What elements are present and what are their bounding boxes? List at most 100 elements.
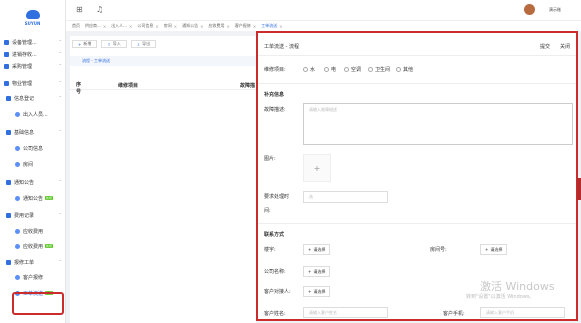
- import-button[interactable]: ⇪ 导入: [101, 40, 127, 48]
- tab-label: 供应商...: [85, 23, 101, 28]
- tab[interactable]: 客户报修 ×: [235, 23, 256, 29]
- close-icon[interactable]: ×: [253, 24, 256, 29]
- tab-label: 应收费用: [208, 23, 225, 28]
- sidebar-item[interactable]: 出入人员...: [15, 108, 65, 120]
- grid-icon[interactable]: ⊞: [76, 5, 83, 14]
- menu-item-icon: [6, 259, 11, 265]
- tab-label: 客户报修: [234, 23, 251, 28]
- menu-item-icon: [15, 195, 20, 201]
- tab-label: 房间: [163, 23, 172, 28]
- fault-desc-textarea[interactable]: 请输入故障描述: [303, 103, 573, 145]
- sidebar-item-label: 客户报修: [23, 274, 44, 281]
- main-list-area: + 新增 ⇪ 导入 ⇩ 导出 流程 - 工单流送 序号 维修项目 故障描: [70, 36, 256, 323]
- plus-icon: +: [308, 289, 312, 294]
- table-header: 序号 维修项目 故障描: [70, 76, 256, 95]
- breadcrumb[interactable]: 流程 - 工单流送: [70, 56, 256, 66]
- tab-bar: 首页 供应商... × 出入人... × 公司信息 × 房间 × 通知公告 × 应收费用 × 客户报修 × 工…: [66, 20, 581, 31]
- chevron-icon: ⌃: [58, 39, 62, 44]
- app-window: SUYUN 设备管理... ⌃ 进销存收... ⌃ 采购管理 ⌃ 物业管理 ⌃ 信息登记 ⌃ 出入人…: [0, 0, 581, 323]
- export-button[interactable]: ⇩ 导出: [130, 40, 157, 48]
- sidebar-item[interactable]: 信息登记 ⌃: [6, 92, 65, 104]
- close-icon[interactable]: ×: [103, 24, 106, 29]
- sidebar-item[interactable]: 通知公告 ⌃: [6, 176, 65, 188]
- close-icon[interactable]: ×: [200, 24, 203, 29]
- contact-person-select[interactable]: + 请选择: [303, 286, 331, 297]
- close-button[interactable]: 关闭: [560, 43, 570, 50]
- deadline-label: 要求处理时: [264, 194, 290, 200]
- radio-electric[interactable]: 电: [324, 66, 336, 73]
- customer-name-input[interactable]: 请输入客户姓名: [303, 307, 388, 318]
- select-label: 请选择: [313, 246, 326, 252]
- close-icon[interactable]: ×: [226, 24, 229, 29]
- username[interactable]: 演示账: [549, 7, 561, 13]
- chevron-icon: ⌃: [58, 95, 62, 100]
- sidebar-item-label: 出入人员...: [23, 111, 48, 118]
- sidebar-item[interactable]: 应收费用: [15, 225, 65, 237]
- customer-name-label: 客户姓名:: [264, 311, 286, 317]
- add-button[interactable]: + 新增: [72, 40, 98, 48]
- select-label: 请选择: [313, 288, 326, 294]
- sidebar-item-label: 物业管理: [12, 80, 33, 87]
- menu-item-icon: [15, 111, 20, 117]
- menu-item-icon: [4, 51, 9, 57]
- menu-item-icon: [15, 161, 20, 167]
- sidebar-item[interactable]: 采购管理 ⌃: [4, 60, 65, 72]
- sidebar-item[interactable]: 通知公告 新增: [15, 192, 65, 204]
- divider: [258, 223, 576, 224]
- sidebar-item[interactable]: 报修工单 ⌃: [6, 256, 65, 268]
- radio-label: 水: [310, 67, 316, 73]
- sidebar-item[interactable]: 进销存收... ⌃: [4, 48, 65, 60]
- tab[interactable]: 公司信息 ×: [137, 23, 158, 29]
- image-upload[interactable]: +: [303, 154, 331, 182]
- deadline-label-2: 间:: [264, 208, 271, 214]
- tab[interactable]: 房间 ×: [164, 23, 177, 29]
- customer-phone-input[interactable]: 请输入客户手机: [480, 307, 565, 318]
- tab[interactable]: 通知公告 ×: [182, 23, 203, 29]
- new-badge: 新增: [45, 244, 54, 248]
- sidebar-item-label: 应收费用: [23, 228, 44, 235]
- sidebar-item-label: 通知公告: [23, 195, 44, 202]
- submit-button[interactable]: 提交: [540, 43, 550, 50]
- avatar[interactable]: [524, 4, 535, 15]
- radio-aircon[interactable]: 空调: [344, 66, 361, 73]
- sidebar-item-label: 通知公告: [14, 179, 35, 186]
- sidebar-item[interactable]: 房间: [15, 158, 65, 170]
- radio-label: 空调: [351, 67, 362, 73]
- building-select[interactable]: + 请选择: [303, 244, 331, 255]
- close-icon[interactable]: ×: [174, 24, 177, 29]
- chevron-icon: ⌃: [58, 129, 62, 134]
- company-select[interactable]: + 请选择: [303, 266, 331, 277]
- sidebar-item[interactable]: 物业管理 ⌃: [4, 77, 65, 89]
- tab[interactable]: 首页: [72, 23, 80, 29]
- chevron-icon: ⌃: [58, 179, 62, 184]
- tab[interactable]: 应收费用 ×: [208, 23, 229, 29]
- sidebar-item[interactable]: 客户报修: [15, 271, 65, 283]
- plus-icon: +: [485, 247, 489, 252]
- tab[interactable]: 工单流送 ×: [261, 23, 282, 29]
- bell-icon[interactable]: ♫: [96, 5, 103, 14]
- sidebar-item[interactable]: 公司信息: [15, 142, 65, 154]
- close-icon[interactable]: ×: [279, 24, 282, 29]
- radio-water[interactable]: 水: [303, 66, 315, 73]
- sidebar-item[interactable]: 费用记录 ⌃: [6, 209, 65, 221]
- tab[interactable]: 出入人... ×: [111, 23, 132, 29]
- sidebar-item-label: 采购管理: [12, 63, 33, 70]
- radio-circle-icon: [396, 67, 401, 72]
- building-label: 楼宇:: [264, 247, 276, 253]
- deadline-input[interactable]: 选: [303, 191, 388, 203]
- chevron-icon: ⌃: [58, 212, 62, 217]
- close-icon[interactable]: ×: [155, 24, 158, 29]
- logo-cloud-icon: [25, 10, 40, 19]
- sidebar-item-label: 应收费用: [23, 243, 44, 250]
- sidebar-item[interactable]: 设备管理... ⌃: [4, 36, 65, 48]
- sidebar-item[interactable]: 应收费用 新增: [15, 240, 65, 252]
- radio-circle-icon: [303, 67, 308, 72]
- chevron-icon: ⌃: [58, 259, 62, 264]
- scrollbar-thumb[interactable]: [577, 178, 581, 200]
- close-icon[interactable]: ×: [129, 24, 132, 29]
- radio-toilet[interactable]: 卫生间: [368, 66, 390, 73]
- sidebar-item[interactable]: 基础信息 ⌃: [6, 126, 65, 138]
- room-select[interactable]: + 请选择: [480, 244, 508, 255]
- tab[interactable]: 供应商... ×: [85, 23, 106, 29]
- radio-other[interactable]: 其他: [396, 66, 413, 73]
